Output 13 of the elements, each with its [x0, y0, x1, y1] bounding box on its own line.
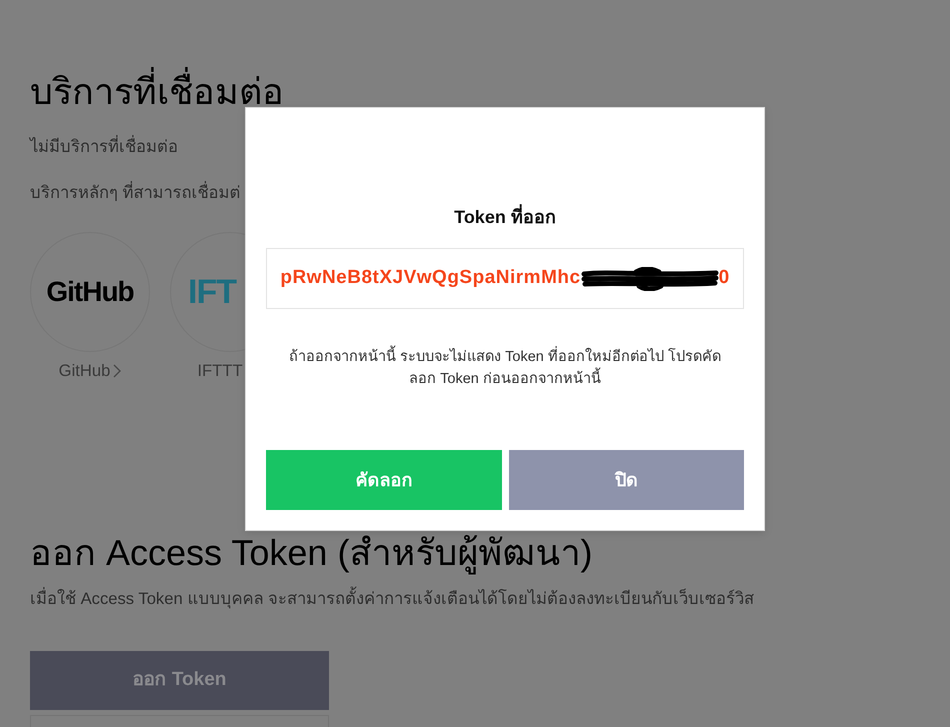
section-description: เมื่อใช้ Access Token แบบบุคคล จะสามารถตั้งค่าการแจ้งเตือนได้โดยไม่ต้องลงทะเบียนกับเว็บเซอร์วิส [30, 588, 754, 610]
services-caption: บริการหลักๆ ที่สามารถเชื่อมต่ [30, 182, 241, 204]
service-link[interactable]: IFTTT [197, 360, 243, 382]
dialog-title: Token ที่ออก [266, 205, 744, 229]
empty-message: ไม่มีบริการที่เชื่อมต่อ [30, 136, 178, 158]
service-logo-wordmark: GitHub [46, 275, 134, 309]
close-button[interactable]: ปิด [508, 450, 744, 510]
copy-button[interactable]: คัดลอก [266, 450, 502, 510]
service-logo-tile[interactable]: GitHub [30, 232, 150, 352]
token-text: 0 [718, 266, 730, 290]
service-link[interactable]: GitHub [58, 360, 122, 382]
service-logo-wordmark: IFT [188, 272, 236, 312]
issue-token-button[interactable]: ออก Token [30, 651, 329, 710]
